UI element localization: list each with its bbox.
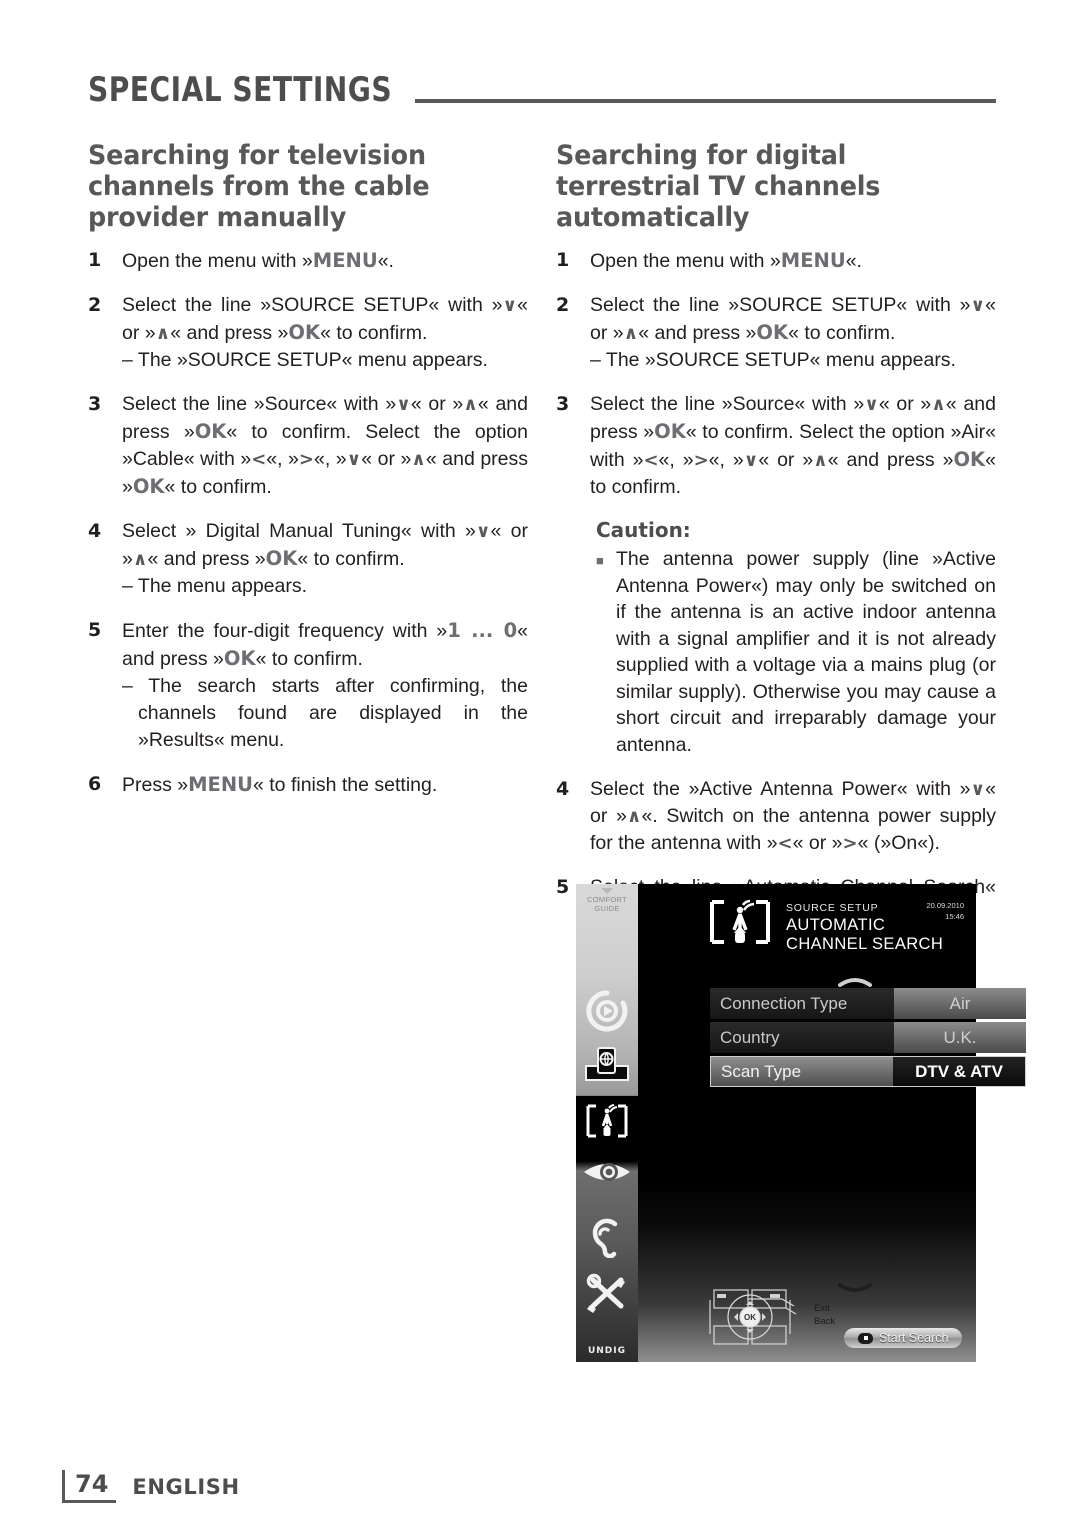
remote-label-back: Back — [814, 1316, 836, 1327]
step-text: Select » Digital Manual Tuning« with »∨«… — [122, 518, 528, 600]
step-number: 5 — [88, 619, 102, 641]
osd-menu-row[interactable]: Country U.K. — [710, 1022, 1026, 1053]
step-item: 1 Open the menu with »MENU«. — [88, 247, 528, 275]
osd-row-value[interactable]: Air — [894, 988, 1026, 1019]
red-button-icon — [858, 1332, 873, 1344]
page-header: SPECIAL SETTINGS — [88, 62, 996, 108]
page-footer: 74 ENGLISH — [62, 1470, 240, 1503]
step-text: Open the menu with »MENU«. — [590, 249, 862, 272]
network-globe-icon[interactable] — [576, 1044, 638, 1091]
right-steps-list-top: 1 Open the menu with »MENU«. 2 Select the l… — [556, 247, 996, 501]
antenna-source-setup-icon — [576, 1096, 638, 1147]
left-column: Searching for television channels from t… — [88, 140, 528, 816]
step-number: 1 — [88, 249, 102, 271]
remote-control-diagram: OK — [708, 1286, 808, 1348]
comfort-guide-label: COMFORT GUIDE — [576, 888, 638, 913]
step-number: 3 — [556, 393, 570, 415]
caution-bullet-icon: ■ — [596, 553, 604, 568]
brand-logo: UNDIG — [587, 1346, 627, 1356]
osd-row-label: Country — [710, 1022, 894, 1053]
page-title: SPECIAL SETTINGS — [88, 70, 393, 110]
osd-datetime: 20.09.2010 15:46 — [926, 900, 964, 922]
caution-block: ■ The antenna power supply (line »Active… — [596, 546, 996, 758]
step-number: 6 — [88, 773, 102, 795]
osd-breadcrumb: SOURCE SETUP — [786, 902, 879, 914]
step-item: 2 Select the line »SOURCE SETUP« with »∨«… — [556, 292, 996, 374]
antenna-source-setup-selected[interactable] — [576, 1096, 638, 1148]
language-label: ENGLISH — [132, 1474, 240, 1499]
step-text: Enter the four-digit frequency with »1 .… — [122, 617, 528, 754]
start-search-label: Start Search — [879, 1331, 949, 1345]
tv-osd-screenshot: COMFORT GUIDE UNDIG SOURCE SETUP AUTOMAT… — [576, 884, 1026, 1362]
osd-time: 15:46 — [945, 912, 964, 921]
step-item: 4 Select » Digital Manual Tuning« with »∨… — [88, 518, 528, 600]
step-text: Select the »Active Antenna Power« with »… — [590, 778, 996, 854]
step-text: Select the line »Source« with »∨« or »∧«… — [122, 393, 529, 498]
media-play-icon[interactable] — [576, 988, 638, 1039]
osd-main-panel: SOURCE SETUP AUTOMATIC CHANNEL SEARCH 20… — [638, 884, 1026, 1362]
osd-menu-rows: Connection Type Air Country U.K. Scan Type DT… — [710, 988, 1026, 1090]
caution-text: The antenna power supply (line »Active A… — [616, 548, 996, 756]
step-number: 2 — [88, 294, 102, 316]
osd-antenna-icon — [706, 894, 774, 957]
caution-title: Caution: — [596, 518, 691, 542]
step-item: 6 Press »MENU« to finish the setting. — [88, 771, 528, 799]
osd-header: SOURCE SETUP AUTOMATIC CHANNEL SEARCH 20… — [706, 892, 968, 954]
step-number: 4 — [88, 520, 102, 542]
step-item: 3 Select the line »Source« with »∨« or »∧… — [88, 391, 528, 501]
step-text: Open the menu with »MENU«. — [122, 249, 394, 272]
left-section-heading: Searching for television channels from t… — [88, 140, 430, 233]
step-item: 3 Select the line »Source« with »∨« or »∧… — [556, 391, 996, 501]
osd-row-label: Scan Type — [710, 1056, 893, 1087]
step-number: 2 — [556, 294, 570, 316]
right-section-heading: Searching for digital terrestrial TV cha… — [556, 140, 881, 233]
osd-sidebar: COMFORT GUIDE UNDIG — [576, 884, 638, 1362]
step-item: 1 Open the menu with »MENU«. — [556, 247, 996, 275]
page-number: 74 — [62, 1470, 117, 1503]
start-search-button[interactable]: Start Search — [844, 1328, 962, 1348]
tools-settings-icon[interactable] — [576, 1272, 638, 1319]
osd-row-value[interactable]: DTV & ATV — [893, 1056, 1026, 1087]
step-text: Select the line »SOURCE SETUP« with »∨« … — [590, 292, 996, 374]
remote-label-exit: Exit — [814, 1303, 830, 1314]
step-subtext: – The search starts after confirming, th… — [122, 675, 528, 751]
step-subtext: – The »SOURCE SETUP« menu appears. — [122, 349, 488, 371]
osd-date: 20.09.2010 — [926, 901, 964, 910]
osd-row-value[interactable]: U.K. — [894, 1022, 1026, 1053]
osd-menu-row[interactable]: Scan Type DTV & ATV — [710, 1056, 1026, 1087]
step-item: 2 Select the line »SOURCE SETUP« with »∨«… — [88, 292, 528, 374]
eye-picture-icon[interactable] — [576, 1156, 638, 1193]
step-item: 4 Select the »Active Antenna Power« with … — [556, 776, 996, 857]
step-number: 1 — [556, 249, 570, 271]
step-subtext: – The menu appears. — [122, 575, 308, 597]
step-number: 3 — [88, 393, 102, 415]
step-subtext: – The »SOURCE SETUP« menu appears. — [590, 349, 956, 371]
step-text: Select the line »Source« with »∨« or »∧«… — [590, 393, 996, 498]
triangle-down-icon — [601, 888, 613, 894]
comfort-guide-text: COMFORT GUIDE — [587, 895, 627, 913]
step-number: 4 — [556, 778, 570, 800]
ear-sound-icon[interactable] — [576, 1214, 638, 1263]
osd-row-label: Connection Type — [710, 988, 894, 1019]
osd-menu-row[interactable]: Connection Type Air — [710, 988, 1026, 1019]
right-column: Searching for digital terrestrial TV cha… — [556, 140, 996, 973]
step-item: 5 Enter the four-digit frequency with »1 … — [88, 617, 528, 754]
step-text: Select the line »SOURCE SETUP« with »∨« … — [122, 292, 528, 374]
chevron-down-icon[interactable] — [838, 1282, 872, 1296]
remote-labels: Exit Back — [814, 1302, 835, 1328]
chevron-up-icon[interactable] — [838, 974, 872, 987]
left-steps-list: 1 Open the menu with »MENU«. 2 Select the l… — [88, 247, 528, 799]
step-text: Press »MENU« to finish the setting. — [122, 773, 438, 796]
svg-text:OK: OK — [744, 1313, 756, 1322]
header-rule — [414, 99, 996, 103]
manual-page: SPECIAL SETTINGS Searching for televisio… — [0, 0, 1080, 1532]
